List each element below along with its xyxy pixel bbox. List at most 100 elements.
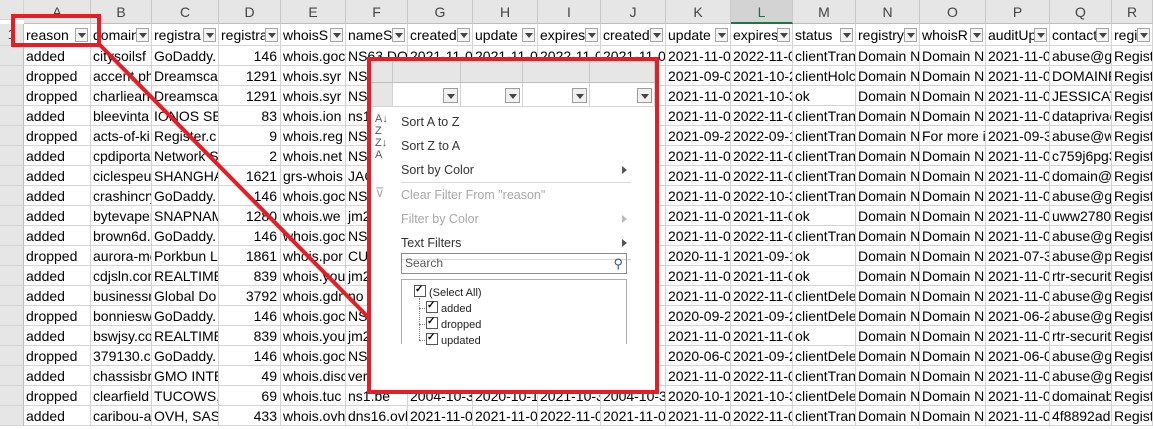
table-cell[interactable]: chassisbra	[91, 366, 152, 386]
table-cell[interactable]: Domain N	[856, 46, 920, 66]
table-cell[interactable]: Domain N	[920, 106, 986, 126]
row-header[interactable]	[0, 346, 24, 366]
table-cell[interactable]: GoDaddy.	[152, 46, 219, 66]
table-cell[interactable]: 2021-09-0	[666, 66, 731, 86]
table-cell[interactable]: Domain N	[920, 146, 986, 166]
table-cell[interactable]: clientTran	[793, 186, 856, 206]
table-cell[interactable]: businessre	[91, 286, 152, 306]
table-cell[interactable]: abuse@gc	[1050, 346, 1112, 366]
table-cell[interactable]: 1861	[219, 246, 281, 266]
table-cell[interactable]: 2022-11-0	[731, 106, 793, 126]
table-cell[interactable]: 2	[219, 146, 281, 166]
table-cell[interactable]: Domain N	[920, 206, 986, 226]
table-cell[interactable]: 2021-11-0	[666, 366, 731, 386]
row-header[interactable]	[0, 106, 24, 126]
table-cell[interactable]: domainab	[1050, 386, 1112, 406]
table-cell[interactable]: GoDaddy.	[152, 226, 219, 246]
table-cell[interactable]: 2021-11-0	[666, 186, 731, 206]
column-header-C[interactable]: C	[152, 0, 219, 24]
table-cell[interactable]: bleevinta	[91, 106, 152, 126]
table-cell[interactable]: 2020-10-1	[666, 386, 731, 406]
column-header-L[interactable]: L	[731, 0, 793, 24]
column-header-J[interactable]: J	[601, 0, 666, 24]
table-cell[interactable]: Network S	[152, 146, 219, 166]
table-cell[interactable]: Domain N	[920, 286, 986, 306]
table-cell[interactable]: Regist	[1112, 126, 1153, 146]
table-cell[interactable]: 3792	[219, 286, 281, 306]
table-cell[interactable]: abuse@gc	[1050, 46, 1112, 66]
table-cell[interactable]: cpdiporta	[91, 146, 152, 166]
table-cell[interactable]: citysoilsf	[91, 46, 152, 66]
table-cell[interactable]: whois.you	[281, 266, 346, 286]
table-cell[interactable]: abuse@web.com	[1050, 126, 1112, 146]
table-cell[interactable]: 2020-06-0	[666, 346, 731, 366]
table-cell[interactable]: grs-whois	[281, 166, 346, 186]
table-cell[interactable]: SHANGHA	[152, 166, 219, 186]
row-header[interactable]	[0, 306, 24, 326]
table-cell[interactable]: uww2780	[1050, 206, 1112, 226]
table-cell[interactable]: 2021-11-0	[986, 326, 1050, 346]
table-cell[interactable]: Domain N	[920, 86, 986, 106]
row-header[interactable]	[0, 146, 24, 166]
table-cell[interactable]: added	[24, 206, 91, 226]
table-cell[interactable]: 146	[219, 46, 281, 66]
table-cell[interactable]: Domain N	[920, 246, 986, 266]
filter-dropdown-button[interactable]	[1137, 28, 1150, 42]
table-cell[interactable]: whois.por	[281, 246, 346, 266]
table-cell[interactable]: 433	[219, 406, 281, 426]
filter-dropdown-button[interactable]	[203, 28, 216, 42]
table-cell[interactable]: added	[24, 406, 91, 426]
table-cell[interactable]: 2021-11-0	[986, 386, 1050, 406]
row-header[interactable]	[0, 226, 24, 246]
row-header[interactable]	[0, 386, 24, 406]
table-cell[interactable]: Regist	[1112, 366, 1153, 386]
table-cell[interactable]: clientDele	[793, 386, 856, 406]
table-cell[interactable]: rtr-securit	[1050, 266, 1112, 286]
table-cell[interactable]: abuse@gc	[1050, 286, 1112, 306]
table-cell[interactable]: added	[24, 106, 91, 126]
table-cell[interactable]: 146	[219, 346, 281, 366]
table-cell[interactable]: rtr-securit	[1050, 326, 1112, 346]
table-cell[interactable]: 2022-10-3	[731, 186, 793, 206]
table-cell[interactable]: added	[24, 166, 91, 186]
table-cell[interactable]: Domain N	[856, 246, 920, 266]
table-cell[interactable]: bswjsy.co	[91, 326, 152, 346]
table-cell[interactable]: 1280	[219, 206, 281, 226]
table-cell[interactable]: dropped	[24, 86, 91, 106]
table-cell[interactable]: Domain N	[856, 286, 920, 306]
table-cell[interactable]: 1291	[219, 86, 281, 106]
table-cell[interactable]: charliean	[91, 86, 152, 106]
table-cell[interactable]: domain@g	[1050, 166, 1112, 186]
table-cell[interactable]: SNAPNAM	[152, 206, 219, 226]
row-header[interactable]	[0, 86, 24, 106]
table-cell[interactable]: dropped	[24, 306, 91, 326]
table-cell[interactable]: aurora-mc	[91, 246, 152, 266]
table-cell[interactable]: 4f8892ad-	[1050, 406, 1112, 426]
table-cell[interactable]: Domain N	[920, 346, 986, 366]
table-cell[interactable]: dropped	[24, 386, 91, 406]
filter-dropdown-button[interactable]	[1096, 28, 1109, 42]
table-cell[interactable]: 2020-11-1	[666, 246, 731, 266]
table-cell[interactable]: added	[24, 146, 91, 166]
table-cell[interactable]: ok	[793, 266, 856, 286]
column-header-K[interactable]: K	[666, 0, 731, 24]
table-cell[interactable]: IONOS SE	[152, 106, 219, 126]
table-cell[interactable]: Domain N	[920, 386, 986, 406]
table-cell[interactable]: 2021-09-3	[986, 126, 1050, 146]
table-cell[interactable]: Domain N	[856, 146, 920, 166]
table-cell[interactable]: Porkbun L	[152, 246, 219, 266]
table-cell[interactable]: Domain N	[920, 166, 986, 186]
table-cell[interactable]: 2021-10-2	[731, 66, 793, 86]
table-cell[interactable]: whois.net	[281, 146, 346, 166]
table-cell[interactable]: Domain N	[920, 406, 986, 426]
table-cell[interactable]: abuse@gc	[1050, 226, 1112, 246]
column-header-D[interactable]: D	[219, 0, 281, 24]
row-header[interactable]	[0, 186, 24, 206]
table-cell[interactable]: Domain N	[856, 326, 920, 346]
table-cell[interactable]: Domain N	[856, 406, 920, 426]
table-cell[interactable]: 2022-11-0	[731, 366, 793, 386]
table-cell[interactable]: REALTIME	[152, 326, 219, 346]
table-cell[interactable]: 2021-06-2	[986, 306, 1050, 326]
table-cell[interactable]: ok	[793, 326, 856, 346]
table-cell[interactable]: REALTIME	[152, 266, 219, 286]
